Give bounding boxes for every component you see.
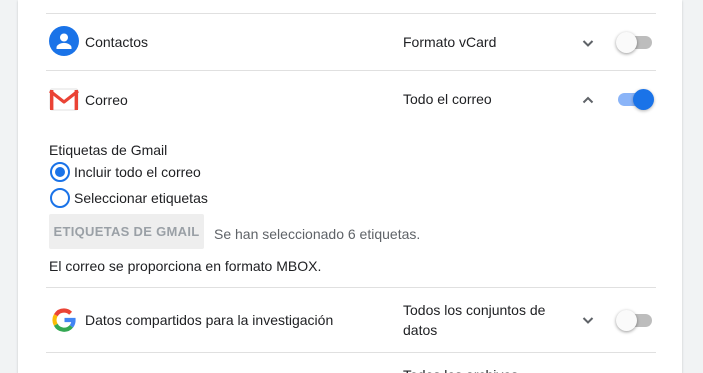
service-row-partial[interactable]: Todos los archivos [18,353,682,373]
select-labels-label[interactable]: Seleccionar etiquetas [74,189,208,207]
service-row-datos-compartidos[interactable]: Datos compartidos para la investigación … [18,288,682,352]
radio-ring [50,188,70,208]
service-name: Correo [85,92,128,108]
include-all-mail-radio[interactable] [49,161,71,183]
service-format: Formato vCard [403,34,497,50]
select-labels-radio[interactable] [49,187,71,209]
gmail-labels-heading: Etiquetas de Gmail [49,142,168,158]
service-format: Todos los conjuntos de datos [403,302,546,338]
service-format: Todos los archivos [403,365,573,373]
service-format: Todo el correo [403,91,492,107]
service-row-contactos[interactable]: Contactos Formato vCard [18,14,682,70]
contactos-toggle[interactable] [616,30,654,54]
toggle-knob [633,89,654,110]
toggle-knob [616,32,637,53]
correo-toggle[interactable] [616,87,654,111]
gmail-labels-button[interactable]: ETIQUETAS DE GMAIL [49,214,204,249]
datos-compartidos-toggle[interactable] [616,308,654,332]
google-g-icon [49,305,79,335]
service-row-correo[interactable]: Correo Todo el correo [18,71,682,128]
selected-labels-note: Se han seleccionado 6 etiquetas. [214,226,421,242]
service-name: Contactos [85,34,149,50]
gmail-icon [49,84,79,114]
contacts-icon [49,26,79,56]
service-name: Datos compartidos para la investigación [85,312,334,328]
export-services-card: Contactos Formato vCard Correo Todo el c… [18,0,682,373]
chevron-down-icon[interactable] [580,35,596,51]
mbox-format-note: El correo se proporciona en formato MBOX… [49,258,322,274]
chevron-down-icon[interactable] [580,312,596,328]
toggle-knob [616,310,637,331]
include-all-mail-label[interactable]: Incluir todo el correo [74,163,201,181]
chevron-up-icon[interactable] [580,92,596,108]
radio-dot [55,167,65,177]
